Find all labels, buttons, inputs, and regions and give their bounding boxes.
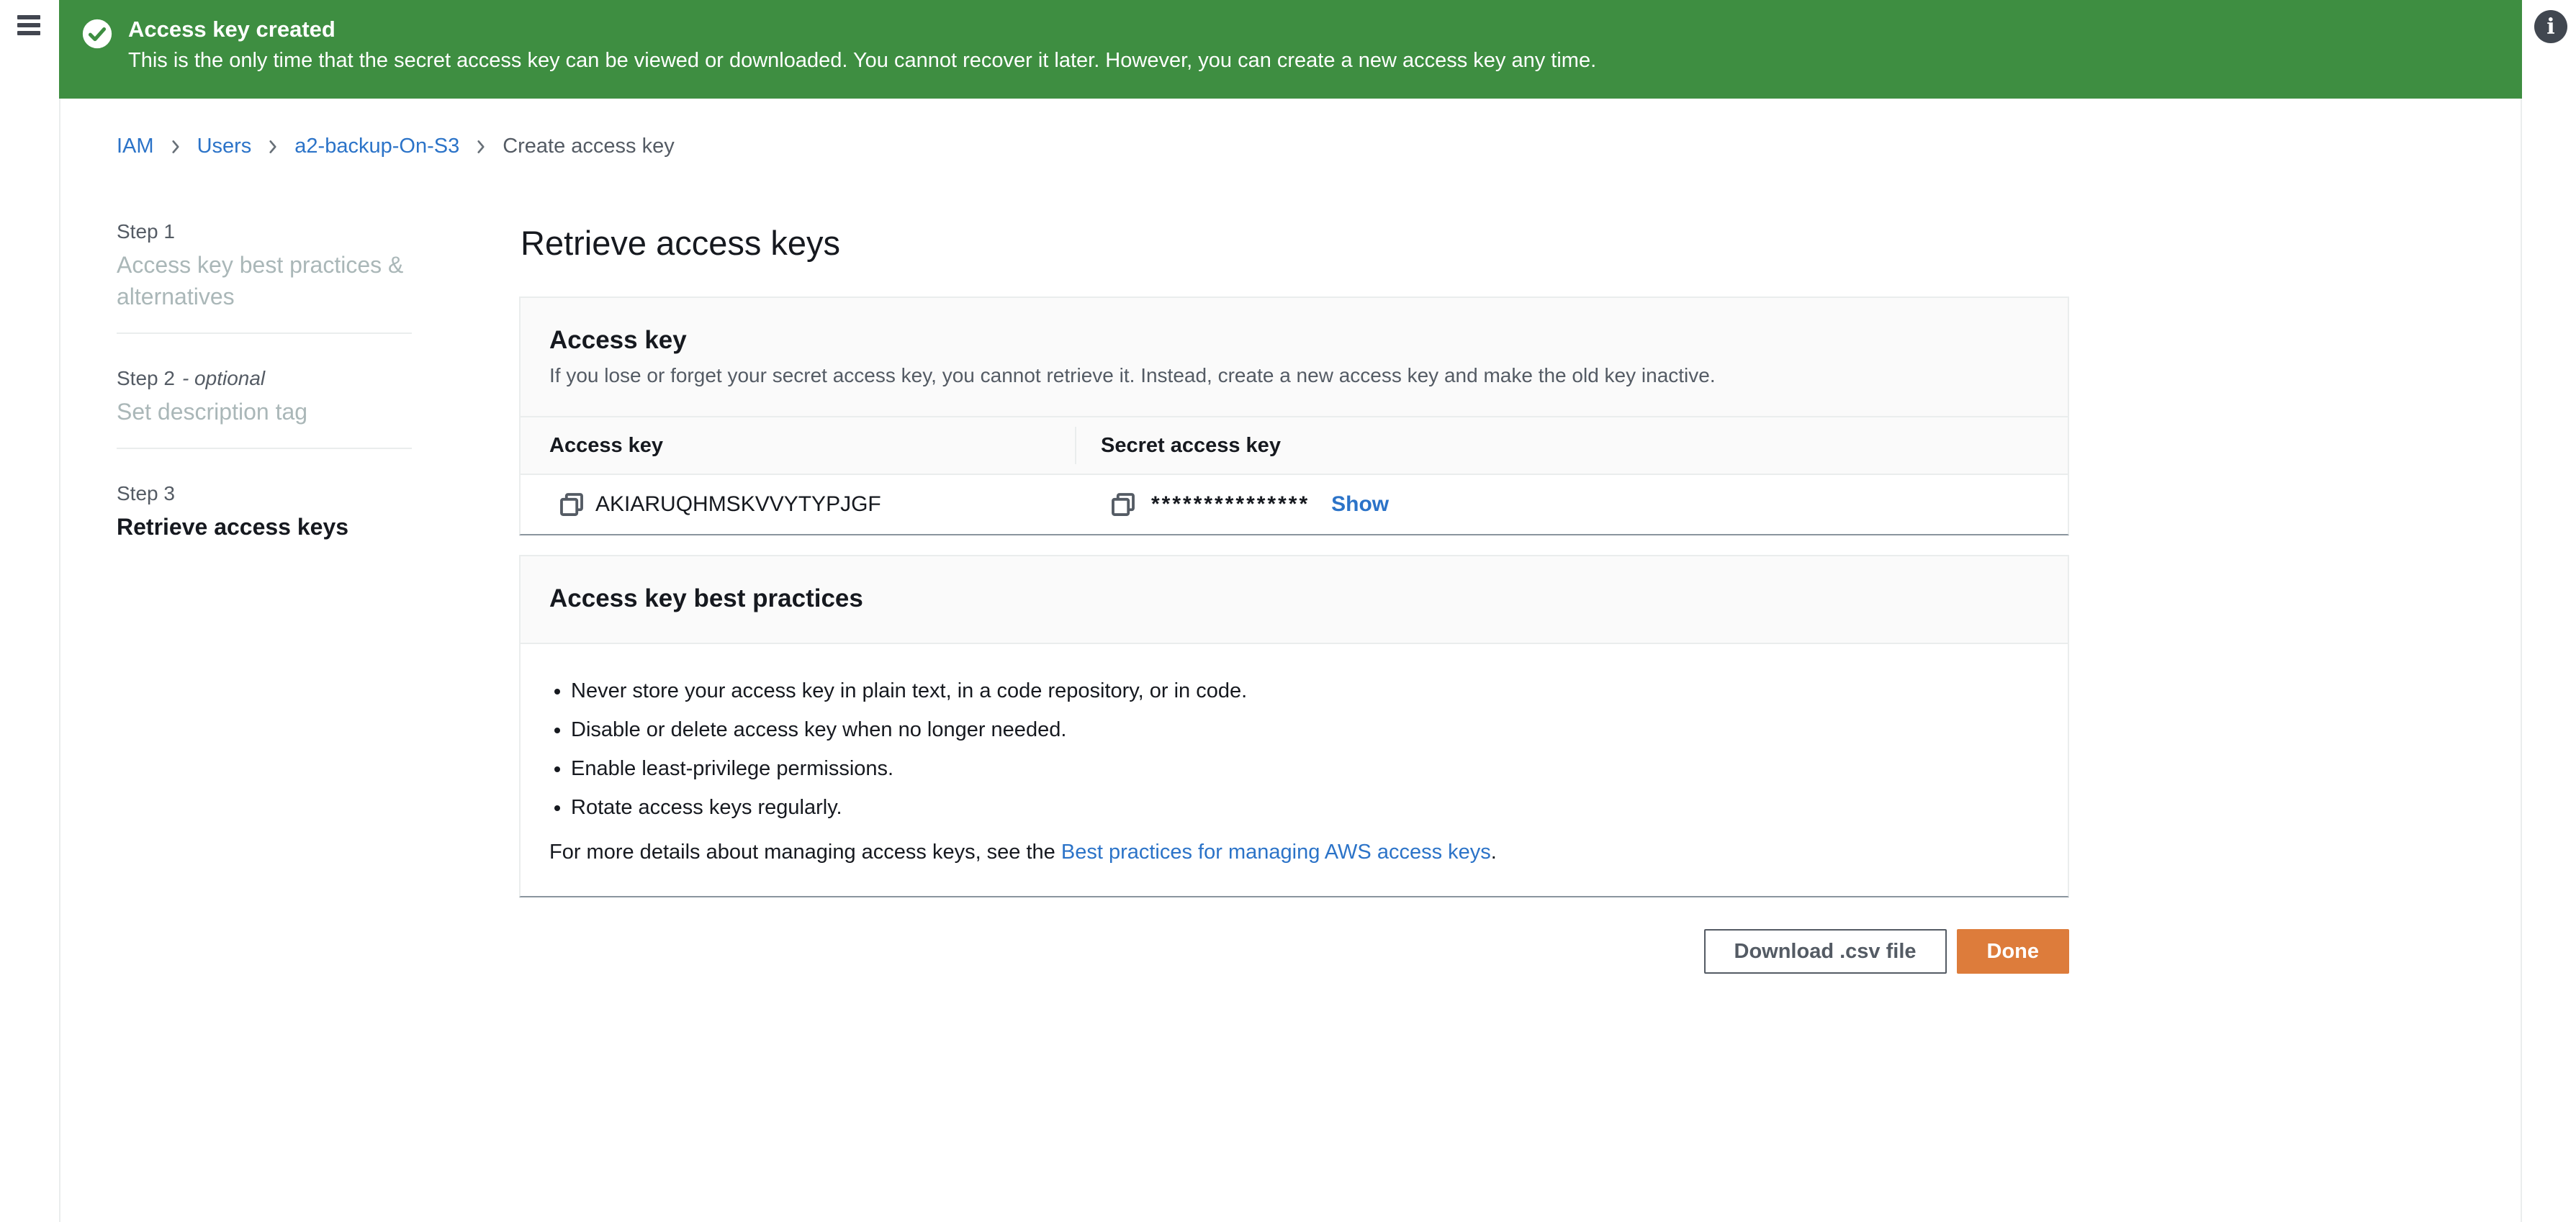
step-3-title: Retrieve access keys bbox=[117, 511, 412, 543]
show-secret-link[interactable]: Show bbox=[1331, 492, 1389, 517]
step-divider bbox=[117, 448, 412, 449]
breadcrumb-iam[interactable]: IAM bbox=[117, 135, 154, 158]
info-icon[interactable]: i bbox=[2534, 10, 2567, 43]
wizard-actions: Download .csv file Done bbox=[519, 929, 2069, 974]
best-practices-card: Access key best practices Never store yo… bbox=[519, 555, 2069, 897]
done-button[interactable]: Done bbox=[1957, 929, 2070, 974]
hamburger-icon[interactable] bbox=[17, 15, 40, 35]
list-item: Disable or delete access key when no lon… bbox=[571, 710, 2039, 749]
access-key-card: Access key If you lose or forget your se… bbox=[519, 297, 2069, 535]
step-1: Step 1 Access key best practices & alter… bbox=[117, 219, 412, 312]
menu-rail bbox=[0, 0, 59, 99]
main-column: Retrieve access keys Access key If you l… bbox=[519, 99, 2069, 974]
download-csv-button[interactable]: Download .csv file bbox=[1704, 929, 1947, 974]
list-item: Never store your access key in plain tex… bbox=[571, 671, 2039, 710]
copy-icon[interactable] bbox=[559, 492, 584, 517]
key-table-row: AKIARUQHMSKVVYTYPJGF *************** Sho… bbox=[521, 475, 2068, 534]
step-1-title: Access key best practices & alternatives bbox=[117, 249, 412, 312]
wizard-steps: Step 1 Access key best practices & alter… bbox=[117, 219, 412, 543]
best-practices-link[interactable]: Best practices for managing AWS access k… bbox=[1061, 841, 1491, 864]
chevron-right-icon bbox=[167, 138, 184, 155]
list-item: Rotate access keys regularly. bbox=[571, 788, 2039, 827]
access-key-card-description: If you lose or forget your secret access… bbox=[549, 363, 2039, 389]
access-key-card-title: Access key bbox=[549, 324, 2039, 357]
step-3-label: Step 3 bbox=[117, 481, 412, 507]
best-practices-list: Never store your access key in plain tex… bbox=[549, 671, 2039, 827]
content-panel: IAM Users a2-backup-On-S3 Create access … bbox=[59, 99, 2522, 1222]
column-access-key: Access key bbox=[521, 417, 1075, 474]
column-secret-access-key: Secret access key bbox=[1076, 417, 2068, 474]
secret-key-masked-value: *************** bbox=[1151, 492, 1310, 517]
breadcrumb-users[interactable]: Users bbox=[197, 135, 252, 158]
access-key-value: AKIARUQHMSKVVYTYPJGF bbox=[595, 492, 881, 517]
step-divider bbox=[117, 332, 412, 334]
step-2-optional: - optional bbox=[182, 367, 265, 389]
list-item: Enable least-privilege permissions. bbox=[571, 749, 2039, 788]
access-key-cell: AKIARUQHMSKVVYTYPJGF bbox=[521, 492, 1075, 517]
step-3: Step 3 Retrieve access keys bbox=[117, 481, 412, 543]
step-2: Step 2- optional Set description tag bbox=[117, 366, 412, 427]
flashbar-message: This is the only time that the secret ac… bbox=[128, 47, 1596, 74]
check-circle-icon bbox=[81, 17, 114, 50]
chevron-right-icon bbox=[264, 138, 282, 155]
breadcrumb-user-name[interactable]: a2-backup-On-S3 bbox=[294, 135, 459, 158]
best-practices-footer: For more details about managing access k… bbox=[549, 838, 2039, 866]
best-practices-card-title: Access key best practices bbox=[549, 582, 2039, 615]
best-practices-card-body: Never store your access key in plain tex… bbox=[521, 644, 2068, 896]
best-practices-card-header: Access key best practices bbox=[521, 556, 2068, 644]
success-flashbar: Access key created This is the only time… bbox=[59, 0, 2522, 99]
secret-key-cell: *************** Show bbox=[1075, 492, 2068, 517]
access-key-card-header: Access key If you lose or forget your se… bbox=[521, 298, 2068, 417]
step-1-label: Step 1 bbox=[117, 219, 412, 245]
key-table-header: Access key Secret access key bbox=[521, 417, 2068, 475]
flashbar-title: Access key created bbox=[128, 16, 1596, 43]
copy-icon[interactable] bbox=[1111, 492, 1135, 517]
step-2-label: Step 2- optional bbox=[117, 366, 412, 392]
step-2-title: Set description tag bbox=[117, 396, 412, 427]
page-title: Retrieve access keys bbox=[521, 221, 2069, 266]
chevron-right-icon bbox=[472, 138, 490, 155]
